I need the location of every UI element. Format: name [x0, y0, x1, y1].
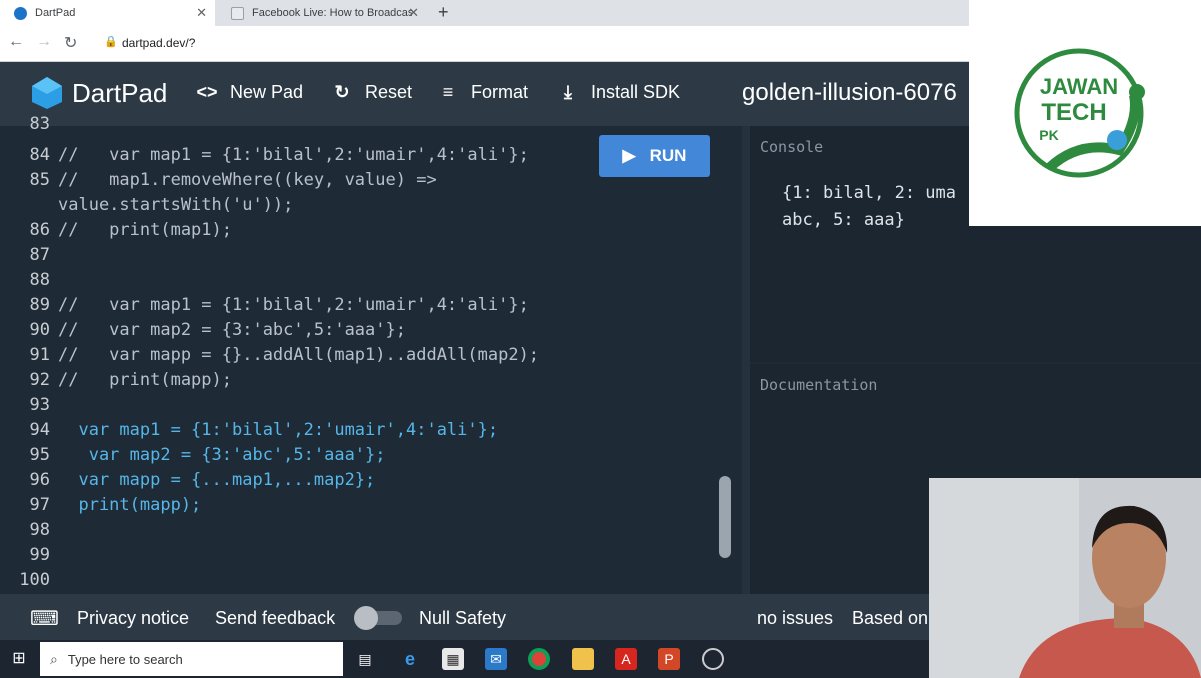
- reload-icon[interactable]: ↻: [64, 33, 77, 53]
- code-brackets-icon: <>: [196, 82, 218, 102]
- channel-logo-overlay: JAWAN TECH PK: [969, 0, 1201, 226]
- lock-icon: 🔒: [104, 36, 118, 48]
- webcam-overlay: [929, 478, 1201, 678]
- editor-line: 84// var map1 = {1:'bilal',2:'umair',4:'…: [29, 145, 529, 165]
- console-output: {1: bilal, 2: uma abc, 5: aaa}: [782, 183, 956, 230]
- editor-line: 91// var mapp = {}..addAll(map1)..addAll…: [29, 345, 540, 365]
- taskbar-search[interactable]: ⌕ Type here to search: [40, 642, 343, 676]
- reset-label: Reset: [365, 82, 413, 102]
- editor-line: 85// map1.removeWhere((key, value) =>: [29, 170, 437, 190]
- editor-scrollbar[interactable]: [719, 476, 731, 558]
- toggle-knob: [354, 606, 378, 630]
- reset-button[interactable]: ↻ Reset: [331, 82, 412, 103]
- editor-line: 92// print(mapp);: [29, 370, 232, 390]
- browser-tab-bar: DartPad ✕ Facebook Live: How to Broadcas…: [0, 0, 970, 26]
- store-icon[interactable]: ▦: [442, 648, 464, 670]
- taskbar-search-placeholder: Type here to search: [67, 651, 183, 667]
- acrobat-icon[interactable]: A: [615, 648, 637, 670]
- format-button[interactable]: ≡ Format: [437, 82, 528, 103]
- documentation-title: Documentation: [760, 376, 878, 394]
- back-arrow-icon[interactable]: ←: [8, 33, 24, 51]
- editor-line: value.startsWith('u'));: [58, 195, 294, 215]
- jawan-tech-logo-icon: JAWAN TECH PK: [1014, 48, 1145, 178]
- address-bar-row: ← → ↻ 🔒 dartpad.dev/?: [0, 26, 970, 62]
- editor-line: 98: [29, 520, 50, 540]
- facebook-live-favicon-icon: [231, 6, 244, 20]
- edge-browser-icon[interactable]: e: [399, 648, 421, 670]
- send-feedback-link[interactable]: Send feedback: [215, 608, 335, 629]
- svg-text:PK: PK: [1039, 127, 1058, 143]
- tab-dartpad[interactable]: DartPad ✕: [0, 0, 215, 26]
- app-title: DartPad: [72, 78, 168, 108]
- align-lines-icon: ≡: [442, 82, 454, 102]
- windows-start-icon[interactable]: ⊞: [8, 648, 30, 670]
- download-icon: ⤓: [564, 82, 572, 102]
- keyboard-icon[interactable]: ⌨: [30, 606, 59, 631]
- editor-line: 83: [29, 114, 50, 134]
- null-safety-label: Null Safety: [419, 608, 507, 628]
- mail-icon[interactable]: ✉: [485, 648, 507, 670]
- task-view-icon[interactable]: ▤: [354, 648, 376, 670]
- editor-line: 89// var map1 = {1:'bilal',2:'umair',4:'…: [29, 295, 529, 315]
- search-icon: ⌕: [50, 650, 58, 667]
- play-icon: ▶: [622, 146, 636, 165]
- privacy-notice-link[interactable]: Privacy notice: [77, 608, 189, 629]
- editor-line: 99: [29, 545, 50, 565]
- install-sdk-button[interactable]: ⤓ Install SDK: [557, 82, 680, 103]
- url-field[interactable]: dartpad.dev/?: [122, 36, 195, 50]
- editor-line: 87: [29, 245, 50, 265]
- svg-text:TECH: TECH: [1041, 99, 1106, 126]
- editor-line: 95 var map2 = {3:'abc',5:'aaa'};: [29, 445, 386, 465]
- editor-line: 86// print(map1);: [29, 220, 232, 240]
- svg-text:JAWAN: JAWAN: [1040, 74, 1118, 99]
- editor-line: 96 var mapp = {...map1,...map2};: [29, 470, 376, 490]
- editor-line: 90// var map2 = {3:'abc',5:'aaa'};: [29, 320, 406, 340]
- close-tab-icon[interactable]: ✕: [196, 5, 207, 21]
- powerpoint-icon[interactable]: P: [658, 648, 680, 670]
- editor-line: 94 var map1 = {1:'bilal',2:'umair',4:'al…: [29, 420, 499, 440]
- format-label: Format: [471, 82, 529, 102]
- editor-line: 93: [29, 395, 50, 415]
- file-explorer-icon[interactable]: [572, 648, 594, 670]
- refresh-icon: ↻: [334, 82, 350, 102]
- run-label: RUN: [649, 146, 687, 165]
- code-editor[interactable]: 83 84// var map1 = {1:'bilal',2:'umair',…: [0, 114, 742, 594]
- dartpad-header: DartPad <> New Pad ↻ Reset ≡ Format ⤓ In…: [0, 62, 970, 126]
- pad-name: golden-illusion-6076: [742, 79, 957, 106]
- close-tab-icon[interactable]: ✕: [408, 5, 419, 21]
- tab-facebook-live[interactable]: Facebook Live: How to Broadcas ✕: [217, 0, 427, 26]
- console-title: Console: [760, 138, 824, 156]
- install-sdk-label: Install SDK: [591, 82, 681, 102]
- presenter-video-icon: [929, 478, 1201, 678]
- forward-arrow-icon[interactable]: →: [36, 33, 52, 51]
- editor-line: 88: [29, 270, 50, 290]
- tab-title: DartPad: [35, 7, 76, 19]
- new-pad-label: New Pad: [230, 82, 304, 102]
- chrome-icon[interactable]: [528, 648, 550, 670]
- editor-line: 100: [19, 570, 50, 590]
- tab-title: Facebook Live: How to Broadcas: [252, 7, 412, 19]
- new-tab-icon[interactable]: +: [438, 2, 449, 23]
- dartpad-favicon-icon: [14, 6, 27, 20]
- issues-status: no issues: [757, 608, 834, 628]
- sdk-version-info: Based on: [852, 608, 929, 628]
- editor-line: 97 print(mapp);: [29, 495, 202, 515]
- obs-icon[interactable]: [702, 648, 724, 670]
- pane-divider[interactable]: [742, 126, 750, 594]
- new-pad-button[interactable]: <> New Pad: [196, 82, 303, 103]
- null-safety-toggle[interactable]: [352, 606, 404, 630]
- run-button[interactable]: ▶ RUN: [599, 135, 710, 177]
- dart-logo-icon: [32, 77, 62, 109]
